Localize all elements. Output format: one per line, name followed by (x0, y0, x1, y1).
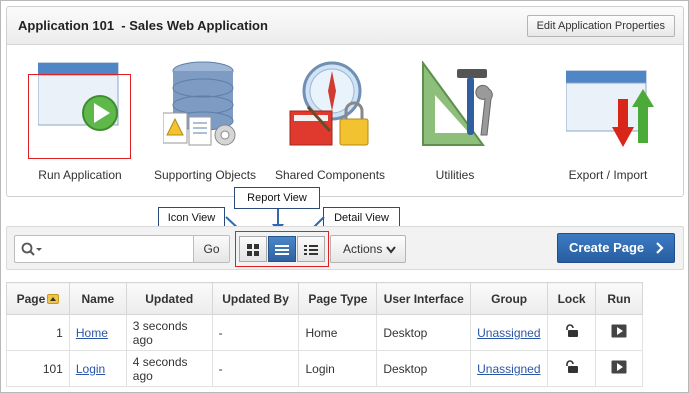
page-name-cell: Home (68, 314, 127, 351)
column-header-user-interface[interactable]: User Interface (376, 282, 472, 315)
column-header-lock[interactable]: Lock (547, 282, 597, 315)
run-application-highlight (28, 74, 131, 159)
table-row: 101 Login 4 seconds ago - Login Desktop … (6, 350, 643, 387)
lock-cell (547, 314, 597, 351)
group-link[interactable]: Unassigned (477, 362, 540, 376)
group-cell: Unassigned (470, 350, 549, 387)
detail-list-icon (304, 245, 318, 255)
page-name-link[interactable]: Login (76, 362, 105, 376)
table-header-row: Page Name Updated Updated By Page Type U… (6, 282, 643, 315)
page-type-cell: Home (298, 314, 378, 351)
create-page-button[interactable]: Create Page (557, 233, 675, 263)
updated-cell: 4 seconds ago (125, 350, 213, 387)
column-header-updated[interactable]: Updated (125, 282, 213, 315)
icon-view-button[interactable] (239, 236, 267, 262)
application-region: Application 101 - Sales Web Application … (6, 6, 684, 197)
sort-ascending-icon[interactable] (47, 293, 60, 304)
table-row: 1 Home 3 seconds ago - Home Desktop Unas… (6, 314, 643, 351)
report-toolbar: Go Actions Create Page (6, 226, 684, 270)
report-view-callout: Report View (234, 187, 320, 209)
chevron-down-icon (386, 246, 396, 254)
pages-report-table: Page Name Updated Updated By Page Type U… (6, 282, 643, 387)
tile-label: Utilities (435, 168, 475, 182)
group-link[interactable]: Unassigned (477, 326, 540, 340)
tile-label: Supporting Objects (153, 168, 257, 182)
utilities-tile[interactable]: Utilities (395, 59, 515, 189)
search-icon[interactable] (21, 242, 43, 256)
report-view-button[interactable] (268, 236, 296, 262)
search-field[interactable]: Go (14, 235, 230, 263)
column-header-group[interactable]: Group (470, 282, 549, 315)
page-type-cell: Login (298, 350, 378, 387)
shared-components-icon (289, 61, 369, 146)
chevron-right-icon (656, 242, 664, 254)
column-header-updated-by[interactable]: Updated By (211, 282, 300, 315)
run-cell (595, 314, 643, 351)
create-page-label: Create Page (569, 240, 645, 255)
supporting-objects-tile[interactable]: Supporting Objects (145, 59, 265, 189)
updated-by-cell: - (211, 314, 300, 351)
go-button[interactable]: Go (193, 236, 229, 262)
list-icon (275, 245, 289, 255)
user-interface-cell: Desktop (376, 314, 472, 351)
page-number-cell: 101 (6, 350, 70, 387)
page-number-cell: 1 (6, 314, 70, 351)
column-header-run[interactable]: Run (595, 282, 643, 315)
page-title: Application 101 - Sales Web Application (18, 18, 268, 33)
column-header-page[interactable]: Page (6, 282, 70, 315)
export-import-tile[interactable]: Export / Import (548, 59, 668, 189)
tile-label: Run Application (38, 168, 122, 182)
supporting-objects-icon (163, 61, 236, 146)
application-home-page: Application 101 - Sales Web Application … (0, 0, 689, 393)
page-name-cell: Login (68, 350, 127, 387)
updated-by-cell: - (211, 350, 300, 387)
column-header-name[interactable]: Name (68, 282, 127, 315)
lock-cell (547, 350, 597, 387)
search-input[interactable] (49, 239, 189, 259)
shared-components-tile[interactable]: Shared Components (270, 59, 390, 189)
user-interface-cell: Desktop (376, 350, 472, 387)
actions-menu-button[interactable]: Actions (330, 235, 406, 263)
actions-label: Actions (343, 242, 383, 256)
tile-label: Shared Components (274, 168, 386, 182)
run-page-icon[interactable] (611, 324, 627, 338)
group-cell: Unassigned (470, 314, 549, 351)
page-name-link[interactable]: Home (76, 326, 108, 340)
run-page-icon[interactable] (611, 360, 627, 374)
view-toggle-group (235, 231, 329, 267)
export-import-icon (566, 70, 654, 147)
edit-application-properties-button[interactable]: Edit Application Properties (526, 15, 675, 37)
utilities-icon (422, 61, 493, 146)
updated-cell: 3 seconds ago (125, 314, 213, 351)
run-cell (595, 350, 643, 387)
grid-icon (247, 244, 259, 256)
detail-view-button[interactable] (297, 236, 325, 262)
unlock-icon[interactable] (565, 324, 579, 338)
tile-label: Export / Import (568, 168, 648, 182)
unlock-icon[interactable] (565, 360, 579, 374)
column-header-page-type[interactable]: Page Type (298, 282, 378, 315)
region-header: Application 101 - Sales Web Application … (7, 7, 683, 45)
